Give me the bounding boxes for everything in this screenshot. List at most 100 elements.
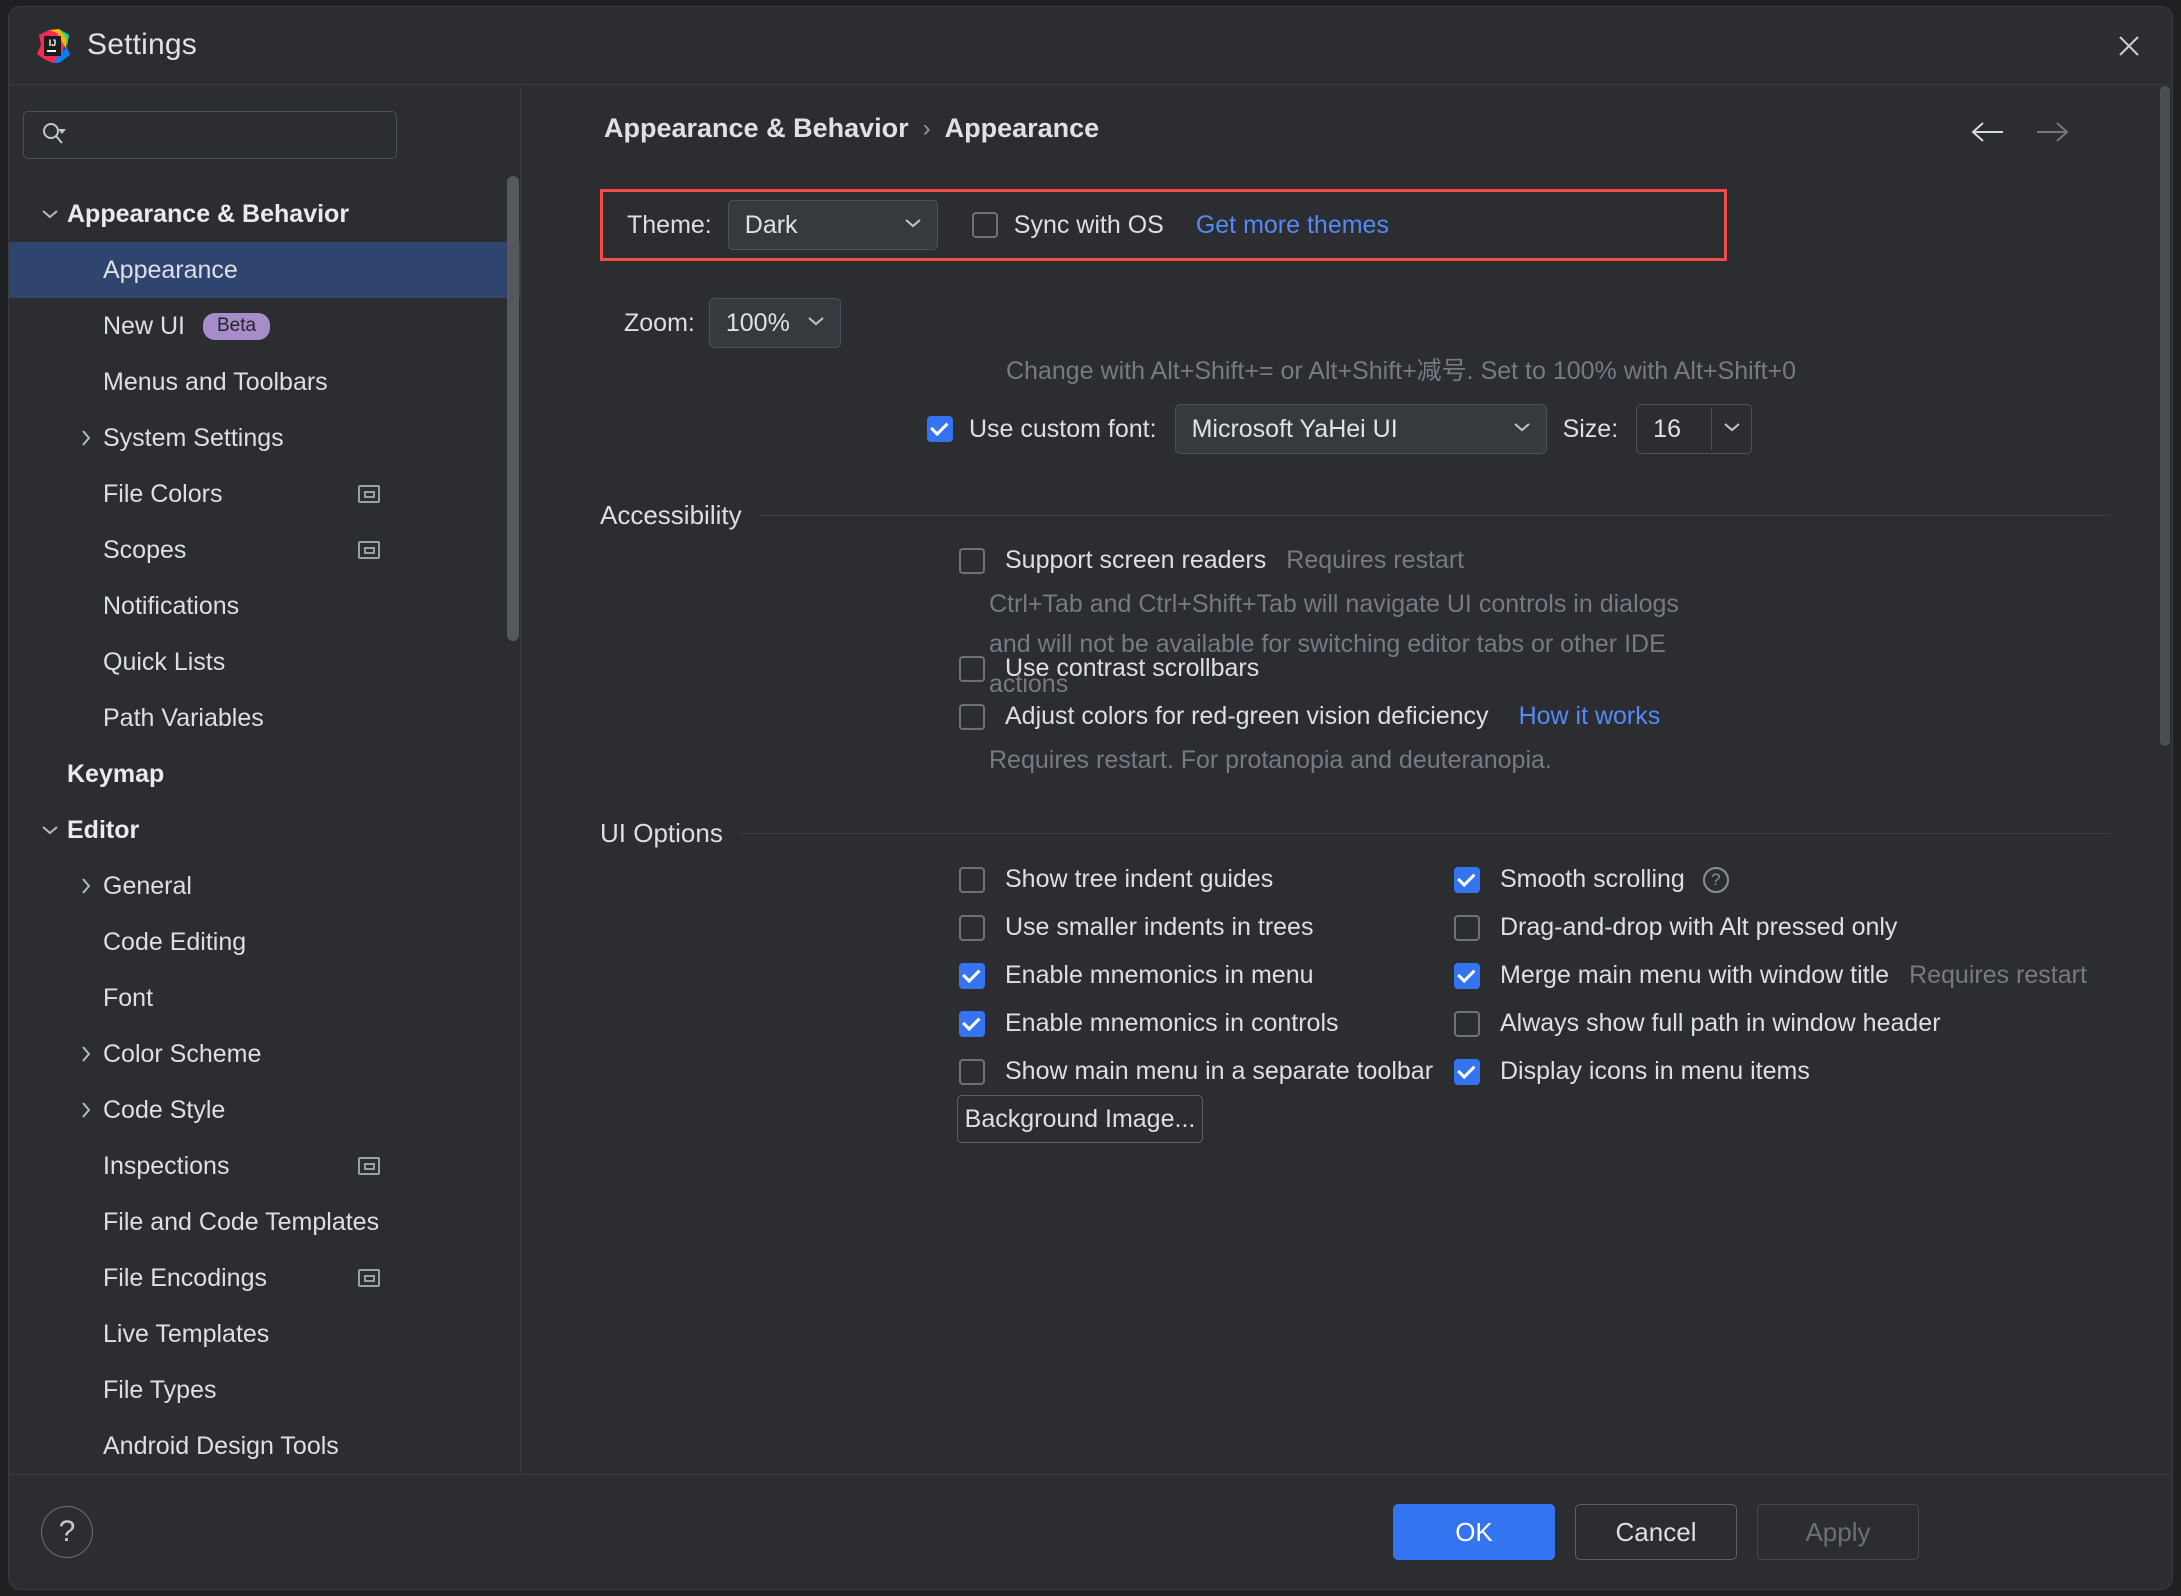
merge-main-menu-checkbox[interactable] bbox=[1454, 962, 1480, 989]
project-scope-icon bbox=[358, 485, 380, 503]
help-icon[interactable]: ? bbox=[41, 1506, 93, 1558]
search-input[interactable] bbox=[23, 111, 397, 159]
theme-select[interactable]: Dark bbox=[727, 200, 938, 250]
support-screen-readers-row[interactable]: Support screen readers Requires restart bbox=[959, 546, 1464, 575]
sidebar-item-label: File and Code Templates bbox=[103, 1207, 380, 1236]
display-icons-menu-items-checkbox[interactable] bbox=[1454, 1058, 1480, 1085]
zoom-select[interactable]: 100% bbox=[708, 298, 841, 348]
enable-mnemonics-menu-checkbox[interactable] bbox=[959, 962, 985, 989]
sidebar-item-code-style[interactable]: Code Style bbox=[9, 1082, 520, 1138]
sidebar-item-live-templates[interactable]: Live Templates bbox=[9, 1306, 520, 1362]
show-main-menu-separate-toolbar-checkbox[interactable] bbox=[959, 1058, 985, 1085]
support-screen-readers-description: Ctrl+Tab and Ctrl+Shift+Tab will navigat… bbox=[989, 590, 1679, 698]
sidebar-item-file-types[interactable]: File Types bbox=[9, 1362, 520, 1418]
sidebar-item-scopes[interactable]: Scopes bbox=[9, 522, 520, 578]
sidebar-item-file-colors[interactable]: File Colors bbox=[9, 466, 520, 522]
always-show-full-path-row[interactable]: Always show full path in window header bbox=[1454, 1009, 1941, 1038]
chevron-right-icon[interactable] bbox=[69, 1100, 103, 1120]
show-main-menu-separate-toolbar-row[interactable]: Show main menu in a separate toolbar bbox=[959, 1057, 1433, 1086]
drag-and-drop-alt-checkbox[interactable] bbox=[1454, 914, 1480, 941]
chevron-down-icon[interactable] bbox=[1722, 420, 1742, 438]
sidebar-item-notifications[interactable]: Notifications bbox=[9, 578, 520, 634]
accessibility-section-header: Accessibility bbox=[600, 500, 2110, 531]
dialog-footer: ? OK Cancel Apply bbox=[9, 1474, 2172, 1589]
sidebar-item-new-ui[interactable]: New UI Beta bbox=[9, 298, 520, 354]
font-size-value: 16 bbox=[1653, 414, 1681, 443]
enable-mnemonics-controls-label: Enable mnemonics in controls bbox=[1005, 1009, 1339, 1037]
always-show-full-path-checkbox[interactable] bbox=[1454, 1010, 1480, 1037]
sidebar-item-label: Code Editing bbox=[103, 927, 247, 956]
sidebar-item-general[interactable]: General bbox=[9, 858, 520, 914]
get-more-themes-link[interactable]: Get more themes bbox=[1196, 211, 1389, 240]
enable-mnemonics-menu-row[interactable]: Enable mnemonics in menu bbox=[959, 961, 1314, 990]
cancel-button[interactable]: Cancel bbox=[1575, 1504, 1737, 1560]
sidebar-scrollbar[interactable] bbox=[506, 86, 520, 1474]
font-size-stepper[interactable]: 16 bbox=[1636, 404, 1753, 454]
display-icons-menu-items-row[interactable]: Display icons in menu items bbox=[1454, 1057, 1810, 1086]
use-custom-font-checkbox[interactable] bbox=[927, 416, 953, 442]
adjust-colors-description: Requires restart. For protanopia and deu… bbox=[989, 746, 1552, 774]
sidebar-item-appearance-behavior[interactable]: Appearance & Behavior bbox=[9, 186, 520, 242]
sidebar-item-inspections[interactable]: Inspections bbox=[9, 1138, 520, 1194]
arrow-left-icon[interactable] bbox=[1964, 108, 2012, 156]
main-scrollbar-thumb[interactable] bbox=[2160, 86, 2170, 746]
drag-and-drop-alt-row[interactable]: Drag-and-drop with Alt pressed only bbox=[1454, 913, 1897, 942]
sidebar-item-file-and-code-templates[interactable]: File and Code Templates bbox=[9, 1194, 520, 1250]
sidebar-item-android-design-tools[interactable]: Android Design Tools bbox=[9, 1418, 520, 1474]
sidebar-item-font[interactable]: Font bbox=[9, 970, 520, 1026]
sidebar-item-code-editing[interactable]: Code Editing bbox=[9, 914, 520, 970]
svg-text:IJ: IJ bbox=[49, 38, 57, 48]
project-scope-icon bbox=[358, 1269, 380, 1287]
sync-with-os-row[interactable]: Sync with OS bbox=[971, 211, 1164, 240]
use-contrast-scrollbars-checkbox[interactable] bbox=[959, 655, 985, 682]
sidebar-item-label: Quick Lists bbox=[103, 647, 226, 676]
question-circle-icon[interactable]: ? bbox=[1702, 866, 1729, 893]
sidebar-item-path-variables[interactable]: Path Variables bbox=[9, 690, 520, 746]
ok-button[interactable]: OK bbox=[1393, 1504, 1555, 1560]
sidebar-item-label: Menus and Toolbars bbox=[103, 367, 328, 396]
custom-font-select[interactable]: Microsoft YaHei UI bbox=[1174, 404, 1547, 454]
sidebar-item-quick-lists[interactable]: Quick Lists bbox=[9, 634, 520, 690]
use-contrast-scrollbars-row[interactable]: Use contrast scrollbars bbox=[959, 654, 1259, 683]
sidebar-item-label: File Encodings bbox=[103, 1263, 267, 1292]
merge-main-menu-row[interactable]: Merge main menu with window title Requir… bbox=[1454, 961, 2087, 990]
enable-mnemonics-controls-row[interactable]: Enable mnemonics in controls bbox=[959, 1009, 1339, 1038]
sidebar-scrollbar-thumb[interactable] bbox=[507, 176, 519, 641]
sidebar-item-system-settings[interactable]: System Settings bbox=[9, 410, 520, 466]
sidebar-item-color-scheme[interactable]: Color Scheme bbox=[9, 1026, 520, 1082]
sync-with-os-checkbox[interactable] bbox=[971, 212, 998, 238]
background-image-button[interactable]: Background Image... bbox=[957, 1095, 1203, 1143]
adjust-colors-checkbox[interactable] bbox=[959, 703, 985, 730]
requires-restart-hint: Requires restart bbox=[1286, 546, 1465, 574]
sidebar-item-appearance[interactable]: Appearance bbox=[9, 242, 520, 298]
use-contrast-scrollbars-label: Use contrast scrollbars bbox=[1005, 654, 1260, 682]
breadcrumb-root[interactable]: Appearance & Behavior bbox=[604, 113, 909, 144]
chevron-down-icon[interactable] bbox=[33, 824, 67, 836]
chevron-right-icon[interactable] bbox=[69, 428, 103, 448]
smooth-scrolling-checkbox[interactable] bbox=[1454, 866, 1480, 893]
chevron-right-icon[interactable] bbox=[69, 876, 103, 896]
sidebar-item-menus-and-toolbars[interactable]: Menus and Toolbars bbox=[9, 354, 520, 410]
use-smaller-indents-row[interactable]: Use smaller indents in trees bbox=[959, 913, 1313, 942]
close-icon[interactable] bbox=[2104, 21, 2154, 71]
show-tree-indent-guides-checkbox[interactable] bbox=[959, 866, 985, 893]
enable-mnemonics-controls-checkbox[interactable] bbox=[959, 1010, 985, 1037]
show-tree-indent-guides-row[interactable]: Show tree indent guides bbox=[959, 865, 1273, 894]
zoom-label: Zoom: bbox=[624, 308, 695, 337]
sidebar-item-label: Font bbox=[103, 983, 154, 1012]
display-icons-menu-items-label: Display icons in menu items bbox=[1500, 1057, 1810, 1085]
how-it-works-link[interactable]: How it works bbox=[1519, 702, 1661, 731]
support-screen-readers-checkbox[interactable] bbox=[959, 547, 985, 574]
adjust-colors-row[interactable]: Adjust colors for red-green vision defic… bbox=[959, 702, 1660, 731]
sidebar-item-label: Editor bbox=[67, 815, 140, 844]
use-smaller-indents-checkbox[interactable] bbox=[959, 914, 985, 941]
sidebar-item-editor[interactable]: Editor bbox=[9, 802, 520, 858]
sidebar-item-keymap[interactable]: Keymap bbox=[9, 746, 520, 802]
zoom-row: Zoom: 100% bbox=[624, 298, 841, 348]
sidebar-item-file-encodings[interactable]: File Encodings bbox=[9, 1250, 520, 1306]
apply-button: Apply bbox=[1757, 1504, 1919, 1560]
chevron-right-icon[interactable] bbox=[69, 1044, 103, 1064]
enable-mnemonics-menu-label: Enable mnemonics in menu bbox=[1005, 961, 1314, 989]
smooth-scrolling-row[interactable]: Smooth scrolling ? bbox=[1454, 865, 1729, 894]
chevron-down-icon[interactable] bbox=[33, 208, 67, 220]
